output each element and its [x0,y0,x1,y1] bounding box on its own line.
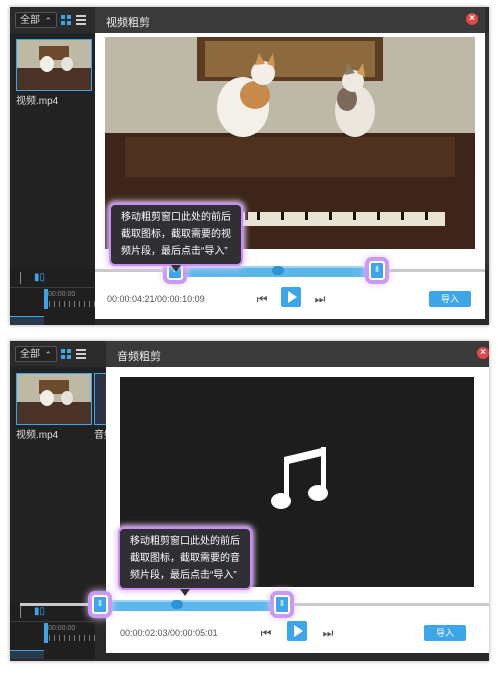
list-view-icon[interactable] [76,349,86,359]
filter-dropdown[interactable]: 全部 ⌃ [15,12,57,28]
time-display: 00:00:04:21/00:00:10:09 [107,294,205,304]
scroll-track[interactable] [485,33,489,269]
audio-trim-dialog: 音频粗剪 × ⦀ ⦀ 移动粗剪窗口此处的前后 截取图标，截取需要的音 频片段，最… [20,341,489,653]
time-ruler [44,635,95,641]
ruler-time: 00:00:00 [48,625,76,632]
skip-forward-icon[interactable]: ⏭ [322,626,334,640]
instruction-tooltip: 移动粗剪窗口此处的前后 截取图标，截取需要的音 频片段，最后点击“导入” [118,527,252,596]
skip-back-icon[interactable]: ⏮ [260,626,272,640]
dialog-title: 音频粗剪 [117,351,161,363]
skip-forward-icon[interactable]: ⏭ [314,292,326,306]
divider [20,272,21,284]
import-button[interactable]: 导入 [424,625,466,641]
video-thumbnail[interactable] [16,39,92,91]
preview-playhead[interactable] [171,600,183,609]
media-library: 视频.mp4 音频 [10,367,115,603]
play-button[interactable] [287,621,307,641]
filter-dropdown[interactable]: 全部 ⌃ [15,346,57,362]
grid-view-icon[interactable] [61,349,71,359]
trim-start-handle[interactable]: ⦀ [92,595,108,614]
trim-end-handle[interactable]: ⦀ [274,595,290,614]
timeline-area: ▮▯ 00:00:00 [10,269,95,325]
play-button[interactable] [281,287,301,307]
video-file-label: 视频.mp4 [16,430,59,441]
trim-selection[interactable] [95,600,282,611]
timeline-playhead[interactable] [44,289,48,309]
time-display: 00:00:02:03/00:00:05:01 [120,628,218,638]
close-icon[interactable]: × [477,347,489,359]
filter-label: 全部 [20,349,40,360]
dialog-titlebar: 视频粗剪 × [95,7,485,33]
video-trim-dialog: 视频粗剪 × ⦀ 移动粗剪窗口此处的前后 截取图标，截取需要的视 频片段，最后点… [95,7,485,319]
trim-end-handle[interactable]: ⦀ [369,261,385,280]
filter-label: 全部 [20,15,40,26]
divider [20,606,21,618]
music-note-icon [271,447,328,509]
media-library: 视频.mp4 [10,33,95,269]
marker-icon[interactable]: ▮▯ [34,272,45,283]
cats-thumbnail-image [17,374,91,424]
ruler-time: 00:00:00 [48,291,76,298]
video-thumbnail[interactable] [16,373,92,425]
timeline-area: ▮▯ 00:00:00 [10,603,95,659]
dialog-titlebar: 音频粗剪 × [106,341,489,367]
import-button[interactable]: 导入 [429,291,471,307]
close-icon[interactable]: × [466,13,478,25]
grid-view-icon[interactable] [61,15,71,25]
list-view-icon[interactable] [76,15,86,25]
divider [10,621,95,622]
marker-icon[interactable]: ▮▯ [34,606,45,617]
chevron-up-icon: ⌃ [44,16,52,26]
video-trim-screenshot: 全部 ⌃ 视频.mp4 ▮▯ 00:00:00 视频粗剪 × ⦀ 移动粗剪窗口此… [10,7,489,325]
track-clip[interactable] [10,316,44,325]
preview-playhead[interactable] [272,266,284,275]
skip-back-icon[interactable]: ⏮ [256,292,268,306]
video-file-label: 视频.mp4 [16,96,59,107]
audio-trim-screenshot: 全部 ⌃ 视频.mp4 音频 ▮▯ 00:00:00 音频粗剪 × ⦀ ⦀ 移动… [10,341,489,661]
timeline-playhead[interactable] [44,623,48,643]
cats-thumbnail-image [17,40,91,90]
instruction-tooltip: 移动粗剪窗口此处的前后 截取图标，截取需要的视 频片段，最后点击“导入” [109,203,243,272]
dialog-title: 视频粗剪 [106,17,150,29]
time-ruler [44,301,95,307]
chevron-up-icon: ⌃ [44,350,52,360]
track-clip[interactable] [10,650,44,659]
divider [10,287,95,288]
